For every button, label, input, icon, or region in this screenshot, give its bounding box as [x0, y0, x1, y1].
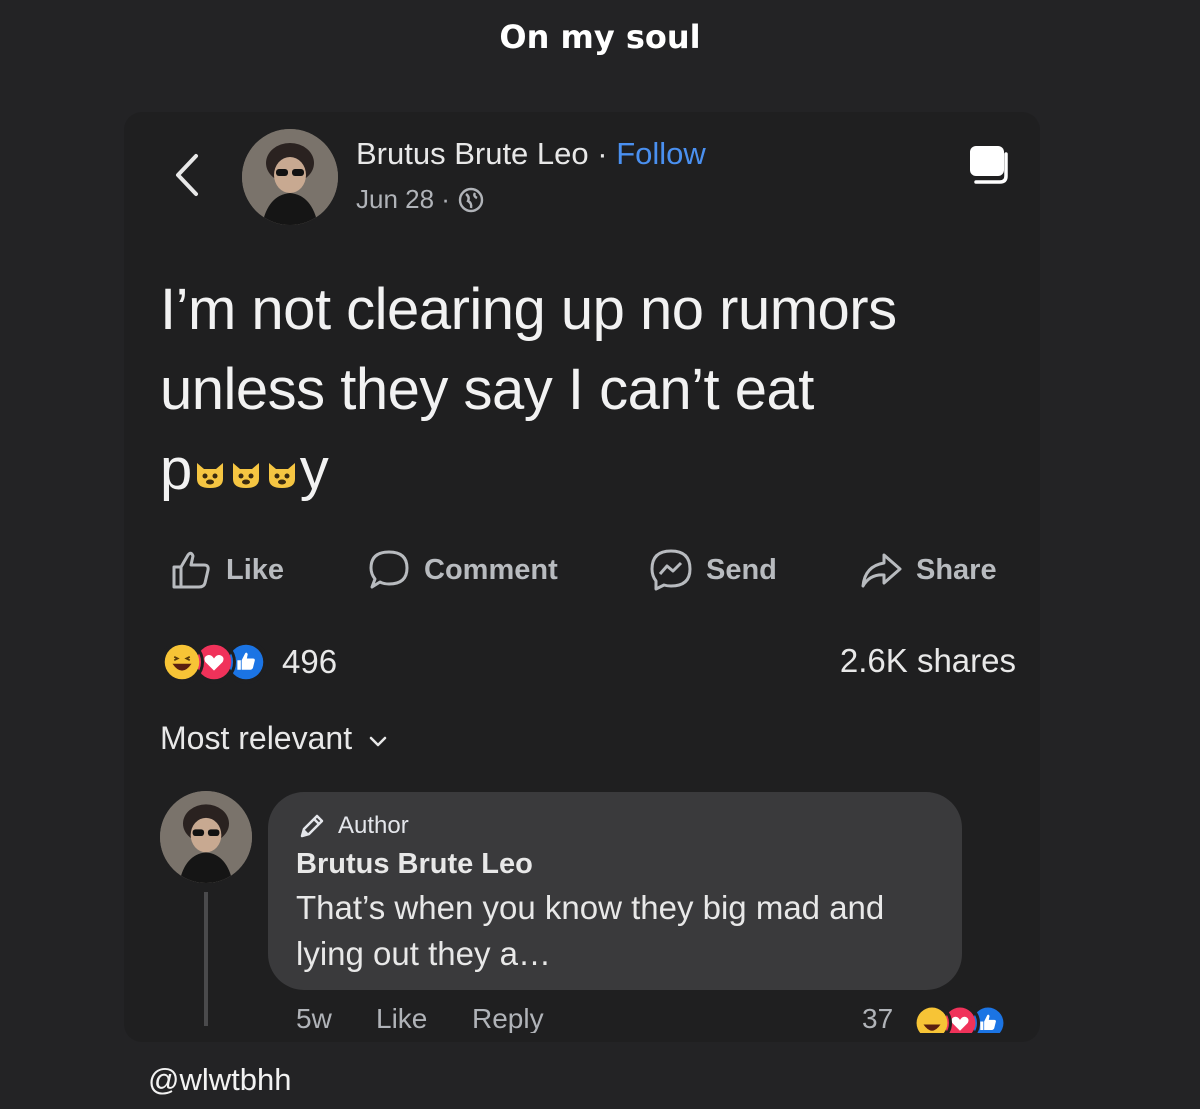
thread-line [204, 892, 208, 1026]
post-text-line-1: I’m not clearing up no rumors [160, 277, 897, 342]
save-icon[interactable] [966, 140, 1014, 188]
comment-bubble[interactable]: Author Brutus Brute Leo That’s when you … [268, 792, 962, 990]
comment-reaction-count: 37 [862, 1003, 894, 1033]
post-text-y: y [299, 437, 329, 502]
haha-reaction-icon [160, 640, 204, 684]
comment-icon [369, 550, 409, 589]
chevron-down-icon [369, 736, 387, 746]
comment-text: That’s when you know they big mad and ly… [296, 889, 885, 972]
caption-title: On my soul [499, 18, 701, 56]
post-date[interactable]: Jun 28 · [356, 184, 450, 215]
post-actions: Like Comment Send Share [160, 542, 1020, 598]
like-button[interactable]: Like [168, 542, 284, 598]
comment-meta-row: 5w Like Reply 37 [296, 1003, 1026, 1033]
follow-button[interactable]: Follow [616, 136, 706, 171]
messenger-icon [650, 549, 692, 591]
avatar[interactable] [242, 129, 338, 225]
post-text: I’m not clearing up no rumors unless the… [160, 270, 1040, 510]
back-icon[interactable] [168, 150, 208, 200]
separator: · [597, 136, 608, 171]
comment-reactions[interactable] [912, 1003, 1008, 1033]
share-icon [861, 553, 902, 588]
comment-button[interactable]: Comment [366, 542, 558, 598]
cat-emoji-icon [268, 463, 295, 488]
send-label: Send [706, 553, 777, 586]
globe-icon [458, 187, 484, 212]
cat-emoji-icon [232, 463, 259, 488]
comment-label: Comment [424, 553, 558, 586]
post-text-p: p [160, 437, 192, 502]
send-button[interactable]: Send [648, 542, 777, 598]
share-button[interactable]: Share [858, 542, 997, 598]
like-label: Like [226, 553, 285, 586]
post-text-line-2: unless they say I can’t eat [160, 357, 814, 422]
pencil-icon [300, 814, 324, 838]
reaction-summary[interactable]: 496 [160, 640, 337, 684]
author-name[interactable]: Brutus Brute Leo [356, 136, 589, 171]
comment-author-name[interactable]: Brutus Brute Leo [296, 848, 934, 881]
sort-dropdown[interactable]: Most relevant [160, 720, 390, 757]
reaction-count: 496 [282, 643, 338, 680]
share-count[interactable]: 2.6K shares [760, 642, 1016, 680]
post-date-row: Jun 28 · [356, 184, 484, 215]
comment-avatar[interactable] [160, 791, 252, 883]
comment-reply-button[interactable]: Reply [472, 1003, 544, 1033]
author-badge: Author [296, 810, 934, 842]
comment-time: 5w [296, 1003, 332, 1033]
sort-label: Most relevant [160, 720, 353, 756]
cat-emoji-icon [196, 463, 223, 488]
share-label: Share [916, 553, 997, 586]
comment-like-button[interactable]: Like [376, 1003, 427, 1033]
post-author-line: Brutus Brute Leo · Follow [356, 136, 706, 172]
like-icon [172, 551, 210, 589]
author-badge-label: Author [338, 812, 409, 839]
watermark: @wlwtbhh [148, 1062, 292, 1097]
post-text-line-3: py [160, 430, 1040, 510]
